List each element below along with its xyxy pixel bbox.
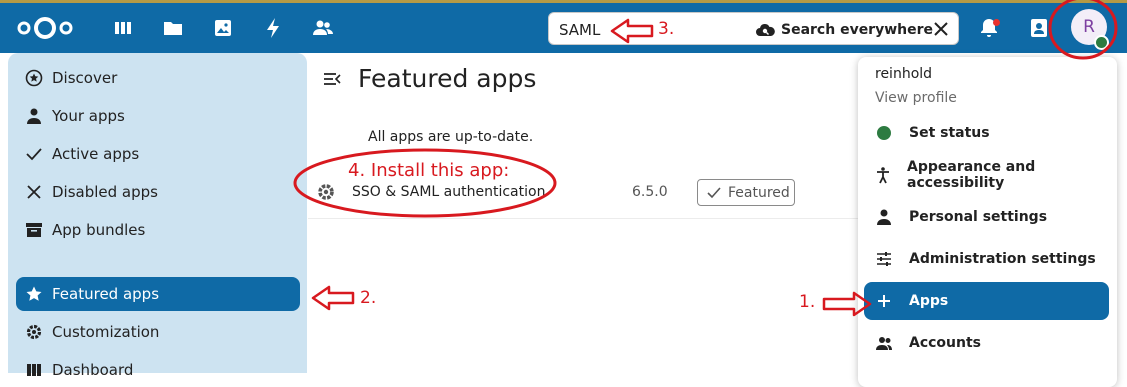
menu-item-label: Appearance and accessibility bbox=[907, 159, 1036, 191]
update-status-text: All apps are up-to-date. bbox=[368, 129, 534, 145]
contacts-menu-icon[interactable] bbox=[1028, 17, 1050, 39]
annotation-arrow-2 bbox=[311, 285, 355, 311]
app-version: 6.5.0 bbox=[632, 184, 668, 200]
sidebar-item-dashboard[interactable]: Dashboard bbox=[16, 353, 300, 387]
username: reinhold bbox=[875, 66, 933, 82]
person-icon bbox=[874, 207, 894, 227]
gear-icon bbox=[24, 322, 44, 342]
app-name[interactable]: SSO & SAML authentication bbox=[352, 184, 545, 200]
plus-icon bbox=[874, 291, 894, 311]
annotation-step-2: 2. bbox=[360, 288, 377, 308]
close-icon[interactable] bbox=[932, 20, 950, 38]
dashboard-icon[interactable] bbox=[112, 17, 134, 39]
photos-icon[interactable] bbox=[212, 17, 234, 39]
star-circle-icon bbox=[24, 68, 44, 88]
dashboard-icon bbox=[24, 360, 44, 380]
sidebar-item-your-apps[interactable]: Your apps bbox=[16, 99, 300, 133]
sidebar-item-label: App bundles bbox=[52, 221, 146, 239]
menu-item-appearance[interactable]: Appearance and accessibility bbox=[864, 156, 1109, 194]
close-icon bbox=[24, 182, 44, 202]
sidebar-item-featured-apps[interactable]: Featured apps bbox=[16, 277, 300, 311]
sidebar-item-app-bundles[interactable]: App bundles bbox=[16, 213, 300, 247]
sidebar-item-label: Your apps bbox=[52, 107, 125, 125]
top-header: SAML Search everywhere R bbox=[0, 3, 1127, 53]
app-navigation-sidebar: Discover Your apps Active apps Disabled … bbox=[8, 53, 307, 379]
menu-item-label: Administration settings bbox=[909, 251, 1096, 267]
files-folder-icon[interactable] bbox=[162, 17, 184, 39]
sidebar-item-label: Disabled apps bbox=[52, 183, 158, 201]
gear-icon bbox=[318, 184, 334, 200]
online-status-dot bbox=[1094, 35, 1109, 50]
menu-item-administration-settings[interactable]: Administration settings bbox=[864, 240, 1109, 278]
menu-item-set-status[interactable]: Set status bbox=[864, 114, 1109, 152]
tune-icon bbox=[874, 249, 894, 269]
search-input[interactable]: SAML bbox=[559, 21, 600, 39]
avatar-initial: R bbox=[1083, 17, 1095, 37]
page-title: Featured apps bbox=[358, 64, 537, 93]
menu-item-apps[interactable]: Apps bbox=[864, 282, 1109, 320]
featured-badge: Featured bbox=[697, 179, 795, 206]
nextcloud-logo[interactable] bbox=[14, 15, 76, 41]
menu-item-label: Apps bbox=[909, 293, 949, 309]
sidebar-item-label: Customization bbox=[52, 323, 160, 341]
sidebar-item-label: Active apps bbox=[52, 145, 140, 163]
menu-item-personal-settings[interactable]: Personal settings bbox=[864, 198, 1109, 236]
view-profile-link[interactable]: View profile bbox=[875, 90, 957, 106]
accessibility-icon bbox=[874, 165, 892, 185]
sidebar-item-label: Featured apps bbox=[52, 285, 160, 303]
status-dot-icon bbox=[874, 123, 894, 143]
check-icon bbox=[707, 186, 721, 198]
person-icon bbox=[24, 106, 44, 126]
menu-item-label: Set status bbox=[909, 125, 990, 141]
archive-icon bbox=[24, 220, 44, 240]
star-icon bbox=[24, 284, 44, 304]
check-icon bbox=[24, 144, 44, 164]
annotation-step-3: 3. bbox=[658, 19, 675, 39]
search-scope-button[interactable]: Search everywhere bbox=[755, 20, 933, 40]
menu-item-label: Personal settings bbox=[909, 209, 1048, 225]
menu-item-label: Accounts bbox=[909, 335, 982, 351]
menu-collapse-icon[interactable] bbox=[322, 70, 342, 88]
sidebar-item-customization[interactable]: Customization bbox=[16, 315, 300, 349]
cloud-search-icon bbox=[756, 23, 775, 36]
sidebar-item-label: Discover bbox=[52, 69, 118, 87]
annotation-step-1: 1. bbox=[799, 292, 816, 312]
sidebar-item-discover[interactable]: Discover bbox=[16, 61, 300, 95]
menu-item-accounts[interactable]: Accounts bbox=[864, 324, 1109, 362]
sidebar-item-disabled-apps[interactable]: Disabled apps bbox=[16, 175, 300, 209]
activity-lightning-icon[interactable] bbox=[262, 17, 284, 39]
search-scope-label: Search everywhere bbox=[781, 22, 934, 38]
sidebar-item-active-apps[interactable]: Active apps bbox=[16, 137, 300, 171]
sidebar-item-label: Dashboard bbox=[52, 361, 134, 379]
contacts-group-icon[interactable] bbox=[312, 17, 334, 39]
unified-search-box[interactable]: SAML Search everywhere bbox=[548, 12, 959, 45]
featured-badge-label: Featured bbox=[728, 184, 790, 201]
accounts-icon bbox=[874, 333, 894, 353]
notification-badge bbox=[993, 19, 1000, 26]
annotation-step-4: 4. Install this app: bbox=[348, 160, 510, 181]
